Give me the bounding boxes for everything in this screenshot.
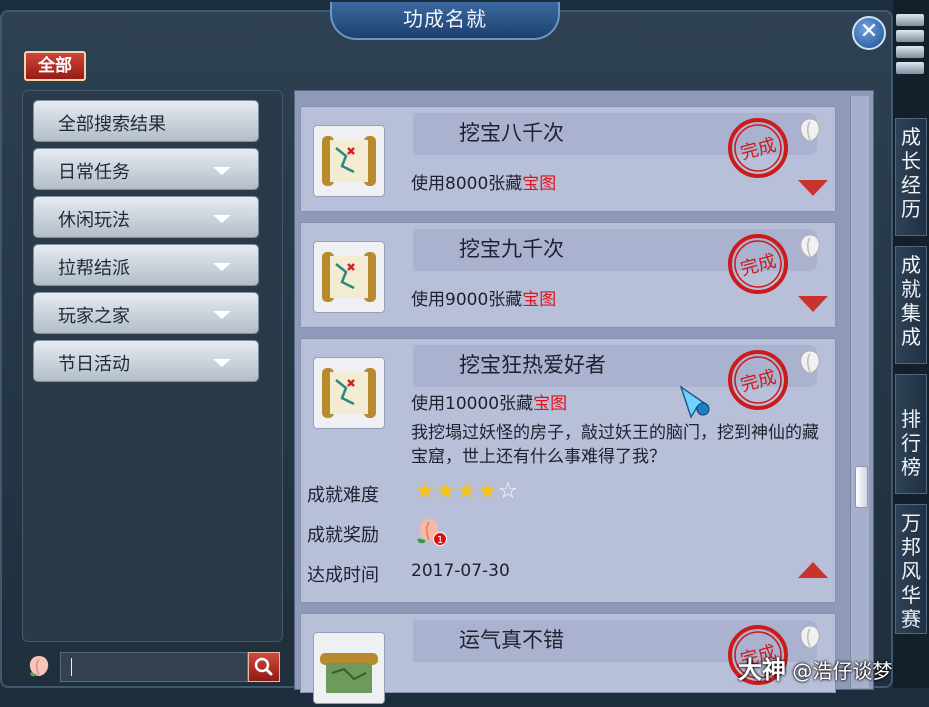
stamp-text: 完成 (738, 251, 778, 281)
close-icon: ✕ (859, 19, 879, 44)
category-label: 拉帮结派 (58, 258, 130, 279)
star-empty-icon: ☆ (497, 479, 519, 504)
achievement-card[interactable]: 挖宝九千次 使用9000张藏宝图 完成 (300, 222, 836, 328)
window-title: 功成名就 (330, 2, 560, 40)
desc-text: 使用8000张藏 (411, 174, 523, 194)
category-label: 全部搜索结果 (58, 114, 166, 135)
peach-reward-icon (800, 234, 820, 258)
achievement-title: 挖宝九千次 (459, 237, 564, 261)
reward-count: 1 (437, 535, 443, 546)
achievement-card[interactable]: 挖宝八千次 使用8000张藏宝图 完成 (300, 106, 836, 212)
tab-achievements[interactable]: 成就集成 (895, 246, 927, 364)
star-filled-icon: ★ (415, 479, 436, 504)
tab-wanbang-contest[interactable]: 万邦风华赛 (895, 504, 927, 634)
completed-stamp-icon: 完成 (728, 234, 788, 294)
mouse-cursor-icon (679, 385, 710, 419)
tab-label: 成就集成 (901, 253, 921, 349)
star-filled-icon: ★ (456, 479, 478, 504)
expand-arrow-down-icon[interactable] (797, 179, 829, 197)
desc-highlight: 宝图 (522, 174, 557, 194)
completed-stamp-icon: 完成 (728, 350, 788, 410)
expand-arrow-down-icon[interactable] (797, 295, 829, 313)
tab-leaderboard[interactable]: 排行榜 (895, 374, 927, 494)
scrollbar-thumb[interactable] (855, 466, 868, 508)
chevron-down-icon (213, 311, 231, 319)
close-button[interactable]: ✕ (852, 16, 886, 50)
achievement-card-expanded[interactable]: 挖宝狂热爱好者 使用10000张藏宝图 我挖塌过妖怪的房子，敲过妖王的脑门，挖到… (300, 338, 836, 603)
peach-reward-icon (800, 118, 820, 142)
map-scroll-icon (313, 632, 385, 704)
tab-label: 成长经历 (901, 125, 921, 221)
achievement-desc: 使用9000张藏宝图 (411, 285, 556, 310)
tab-label: 排行榜 (901, 407, 921, 479)
category-label: 日常任务 (58, 162, 130, 183)
date-value: 2017-07-30 (411, 561, 510, 581)
chevron-down-icon (213, 167, 231, 175)
side-decoration (896, 14, 924, 26)
desc-highlight: 宝图 (522, 290, 557, 310)
peach-reward-icon[interactable]: 1 (415, 515, 449, 547)
collapse-arrow-up-icon[interactable] (797, 561, 829, 579)
category-festival[interactable]: 节日活动 (33, 340, 259, 382)
peach-reward-icon (800, 625, 820, 649)
side-decoration (896, 62, 924, 74)
text-caret (71, 658, 72, 676)
peach-icon (29, 656, 49, 677)
watermark: 大神 @浩仔谈梦 (738, 650, 892, 685)
tab-label: 万邦风华赛 (901, 511, 921, 631)
peach-reward-icon (800, 350, 820, 374)
desc-text: 使用9000张藏 (411, 290, 523, 310)
search-icon (254, 657, 273, 676)
chevron-down-icon (213, 263, 231, 271)
desc-text: 使用10000张藏 (411, 394, 534, 414)
completed-stamp-icon: 完成 (728, 118, 788, 178)
search-input[interactable] (60, 652, 248, 682)
reward-label: 成就奖励 (307, 525, 379, 546)
desc-highlight: 宝图 (533, 394, 568, 414)
achievement-title: 挖宝八千次 (459, 121, 564, 145)
star-filled-icon: ★ (477, 479, 498, 504)
category-label: 玩家之家 (58, 306, 130, 327)
scrollbar-track[interactable] (850, 96, 869, 688)
category-label: 休闲玩法 (58, 210, 130, 231)
treasure-map-scroll-icon (313, 357, 385, 429)
achievement-desc: 使用10000张藏宝图 (411, 389, 567, 414)
difficulty-label: 成就难度 (307, 485, 379, 506)
side-decoration (896, 30, 924, 42)
star-filled-icon: ★ (435, 479, 457, 504)
category-daily-tasks[interactable]: 日常任务 (33, 148, 259, 190)
category-panel: 全部搜索结果 日常任务 休闲玩法 拉帮结派 玩家之家 节日活动 (22, 90, 283, 642)
watermark-handle: @浩仔谈梦 (792, 659, 893, 683)
category-label: 节日活动 (58, 354, 130, 375)
side-decoration (896, 46, 924, 58)
tab-growth-history[interactable]: 成长经历 (895, 118, 927, 236)
treasure-map-scroll-icon (313, 241, 385, 313)
stamp-text: 完成 (738, 135, 778, 165)
search-button[interactable] (248, 652, 280, 682)
treasure-map-scroll-icon (313, 125, 385, 197)
category-leisure[interactable]: 休闲玩法 (33, 196, 259, 238)
category-all-results[interactable]: 全部搜索结果 (33, 100, 259, 142)
achievement-desc: 使用8000张藏宝图 (411, 169, 556, 194)
difficulty-stars: ★★★★☆ (415, 479, 519, 504)
chevron-down-icon (213, 215, 231, 223)
category-guild[interactable]: 拉帮结派 (33, 244, 259, 286)
all-filter-button[interactable]: 全部 (24, 51, 86, 81)
date-label: 达成时间 (307, 565, 379, 586)
watermark-brand: 大神 (738, 656, 786, 684)
category-player-home[interactable]: 玩家之家 (33, 292, 259, 334)
achievement-title: 挖宝狂热爱好者 (459, 353, 606, 377)
chevron-down-icon (213, 359, 231, 367)
achievement-flavor-text: 我挖塌过妖怪的房子，敲过妖王的脑门，挖到神仙的藏宝窟，世上还有什么事难得了我？ (411, 423, 819, 467)
achievement-title: 运气真不错 (459, 628, 564, 652)
stamp-text: 完成 (738, 367, 778, 397)
